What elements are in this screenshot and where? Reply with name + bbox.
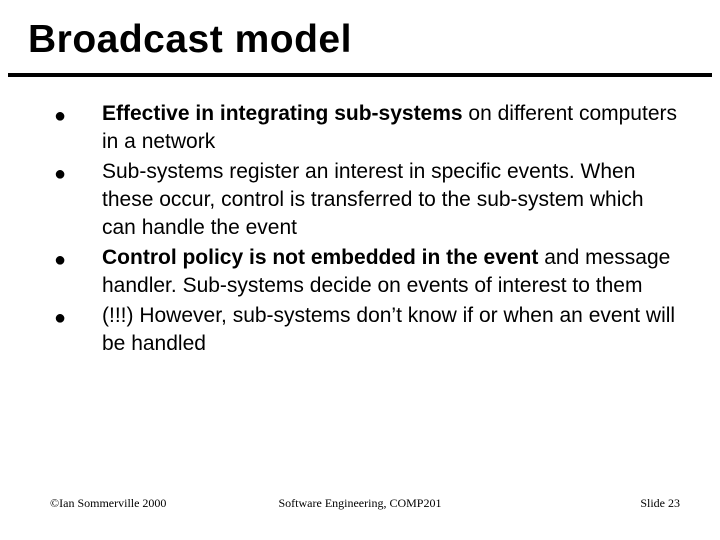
- bold-lead: Control policy is not embedded in the ev…: [102, 246, 538, 269]
- slide-title: Broadcast model: [28, 18, 352, 62]
- slide-footer: ©Ian Sommerville 2000 Software Engineeri…: [0, 496, 720, 514]
- footer-center: Software Engineering, COMP201: [0, 496, 720, 511]
- list-item: ● Effective in integrating sub-systems o…: [48, 100, 678, 156]
- bold-lead: Effective in integrating sub-systems: [102, 102, 463, 125]
- bullet-icon: ●: [48, 100, 102, 130]
- list-item-text: Effective in integrating sub-systems on …: [102, 100, 678, 156]
- list-item: ● Sub-systems register an interest in sp…: [48, 158, 678, 242]
- bullet-list: ● Effective in integrating sub-systems o…: [48, 100, 678, 360]
- list-item: ● (!!!) However, sub-systems don’t know …: [48, 302, 678, 358]
- bullet-icon: ●: [48, 244, 102, 274]
- rest-text: Sub-systems register an interest in spec…: [102, 160, 644, 239]
- bullet-icon: ●: [48, 302, 102, 332]
- title-divider: [8, 73, 712, 77]
- bullet-icon: ●: [48, 158, 102, 188]
- list-item-text: Control policy is not embedded in the ev…: [102, 244, 678, 300]
- list-item: ● Control policy is not embedded in the …: [48, 244, 678, 300]
- slide: Broadcast model ● Effective in integrati…: [0, 0, 720, 540]
- list-item-text: Sub-systems register an interest in spec…: [102, 158, 678, 242]
- rest-text: (!!!) However, sub-systems don’t know if…: [102, 304, 675, 355]
- list-item-text: (!!!) However, sub-systems don’t know if…: [102, 302, 678, 358]
- footer-right: Slide 23: [640, 496, 680, 511]
